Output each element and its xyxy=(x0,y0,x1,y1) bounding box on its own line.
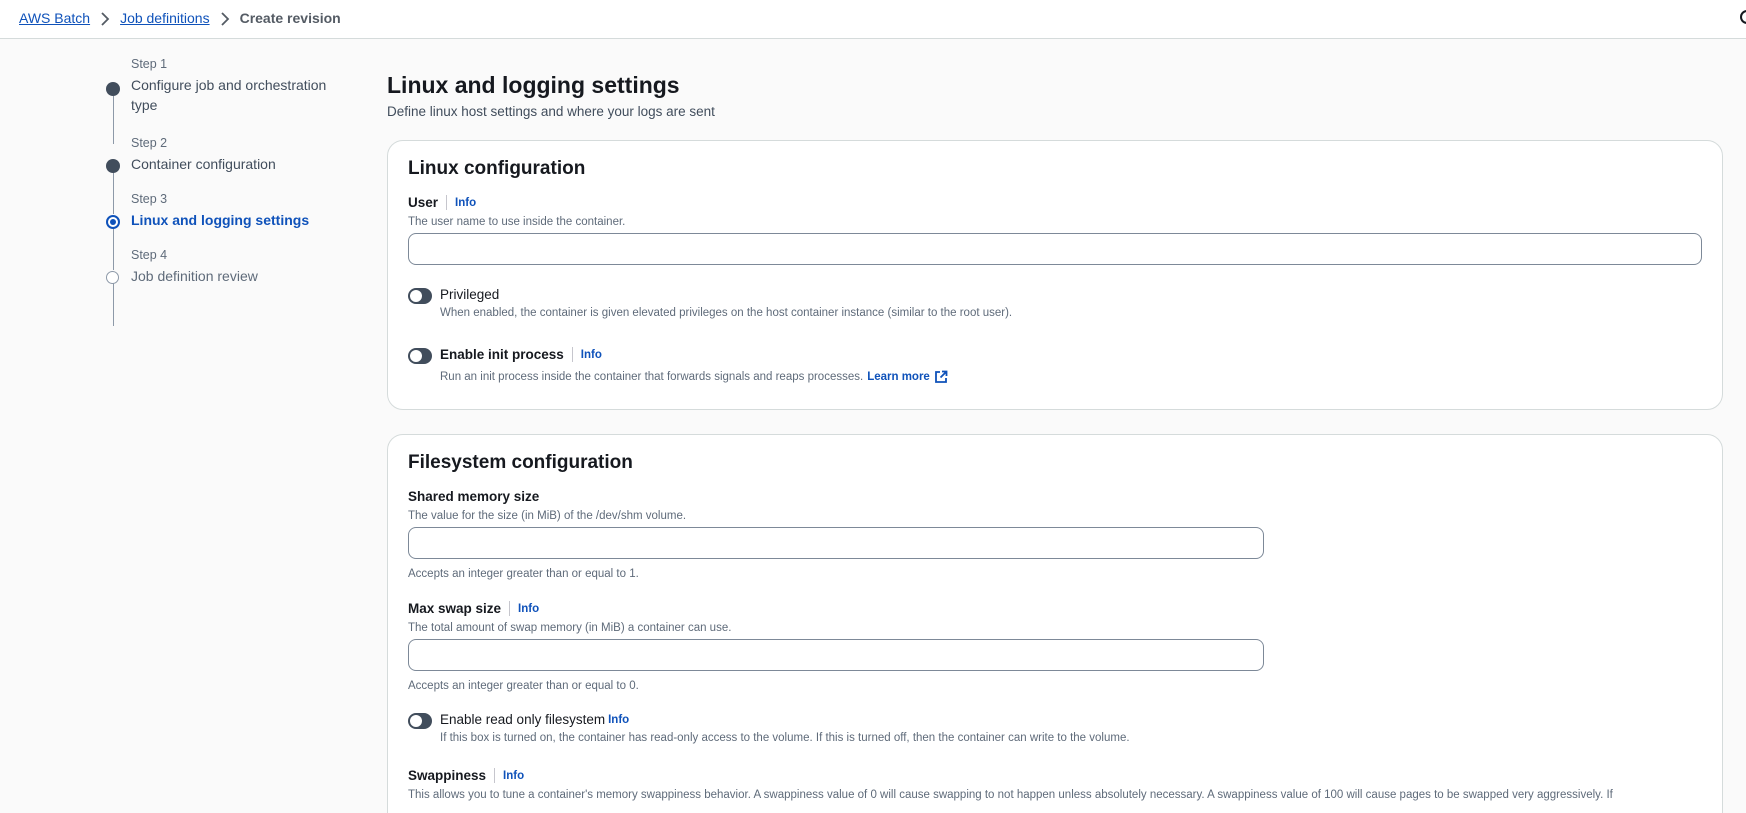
shared-memory-description: The value for the size (in MiB) of the /… xyxy=(408,510,687,522)
privileged-label: Privileged xyxy=(440,287,500,302)
filesystem-configuration-panel: Filesystem configuration Shared memory s… xyxy=(387,434,1723,813)
read-only-filesystem-toggle[interactable] xyxy=(408,713,432,729)
step-title: Linux and logging settings xyxy=(131,212,310,228)
step-number: Step 3 xyxy=(131,192,168,206)
panel-title: Linux configuration xyxy=(408,158,586,179)
step-number: Step 1 xyxy=(131,57,168,71)
read-only-filesystem-label-text: Enable read only filesystem xyxy=(440,712,606,727)
step-pending-icon xyxy=(106,271,119,284)
learn-more-link[interactable]: Learn more xyxy=(867,370,948,384)
max-swap-label-text: Max swap size xyxy=(408,601,502,616)
max-swap-label: Max swap size Info xyxy=(408,601,539,616)
read-only-info-link[interactable]: Info xyxy=(608,714,629,726)
wizard-step-1[interactable]: Step 1 Configure job and orchestration t… xyxy=(100,56,360,135)
user-label: User Info xyxy=(408,195,476,210)
step-title: Job definition review xyxy=(131,268,258,284)
swappiness-label: Swappiness Info xyxy=(408,768,524,783)
read-only-filesystem-label: Enable read only filesystem Info xyxy=(440,712,629,727)
init-process-label-text: Enable init process xyxy=(440,347,564,362)
user-info-link[interactable]: Info xyxy=(455,197,476,209)
divider xyxy=(571,347,573,362)
init-process-toggle[interactable] xyxy=(408,348,432,364)
learn-more-text: Learn more xyxy=(867,371,930,383)
user-description: The user name to use inside the containe… xyxy=(408,216,626,228)
help-icon[interactable] xyxy=(1740,10,1746,24)
chevron-right-icon xyxy=(90,10,120,26)
wizard-step-3[interactable]: Step 3 Linux and logging settings xyxy=(100,191,360,247)
swappiness-label-text: Swappiness xyxy=(408,768,487,783)
step-title: Configure job and orchestration type xyxy=(131,77,327,113)
init-process-description: Run an init process inside the container… xyxy=(440,370,948,384)
divider xyxy=(509,601,511,616)
read-only-filesystem-description: If this box is turned on, the container … xyxy=(440,732,1130,744)
user-label-text: User xyxy=(408,195,439,210)
privileged-toggle[interactable] xyxy=(408,288,432,304)
page-title: Linux and logging settings xyxy=(387,72,680,98)
shared-memory-input[interactable] xyxy=(408,527,1264,559)
breadcrumb-link-aws-batch[interactable]: AWS Batch xyxy=(19,10,90,26)
step-number: Step 2 xyxy=(131,136,168,150)
step-title: Container configuration xyxy=(131,156,276,172)
shared-memory-label: Shared memory size xyxy=(408,489,540,504)
init-process-info-link[interactable]: Info xyxy=(581,349,602,361)
divider xyxy=(494,768,496,783)
breadcrumb: AWS Batch Job definitions Create revisio… xyxy=(19,10,341,26)
shared-memory-constraint: Accepts an integer greater than or equal… xyxy=(408,568,639,580)
swappiness-description: This allows you to tune a container's me… xyxy=(408,789,1613,801)
step-number: Step 4 xyxy=(131,248,168,262)
user-input[interactable] xyxy=(408,233,1702,265)
swappiness-info-link[interactable]: Info xyxy=(503,770,524,782)
step-current-icon xyxy=(106,215,120,229)
privileged-description: When enabled, the container is given ele… xyxy=(440,307,1013,319)
step-complete-icon xyxy=(106,159,120,173)
linux-configuration-panel: Linux configuration User Info The user n… xyxy=(387,140,1723,410)
external-link-icon xyxy=(934,370,948,383)
chevron-right-icon xyxy=(210,10,240,26)
max-swap-description: The total amount of swap memory (in MiB)… xyxy=(408,622,732,634)
top-bar: AWS Batch Job definitions Create revisio… xyxy=(0,0,1746,39)
step-complete-icon xyxy=(106,82,120,96)
panel-title: Filesystem configuration xyxy=(408,452,633,473)
divider xyxy=(446,195,448,210)
max-swap-info-link[interactable]: Info xyxy=(518,603,539,615)
wizard-steps: Step 1 Configure job and orchestration t… xyxy=(100,56,360,326)
page-description: Define linux host settings and where you… xyxy=(387,104,715,119)
wizard-step-2[interactable]: Step 2 Container configuration xyxy=(100,135,360,191)
breadcrumb-current: Create revision xyxy=(239,10,341,27)
max-swap-constraint: Accepts an integer greater than or equal… xyxy=(408,680,639,692)
max-swap-input[interactable] xyxy=(408,639,1264,671)
init-process-description-text: Run an init process inside the container… xyxy=(440,371,864,383)
breadcrumb-link-job-definitions[interactable]: Job definitions xyxy=(120,10,210,26)
wizard-step-4: Step 4 Job definition review xyxy=(100,247,360,303)
main-content: Linux and logging settings Define linux … xyxy=(387,70,1723,813)
init-process-label: Enable init process Info xyxy=(440,347,602,362)
